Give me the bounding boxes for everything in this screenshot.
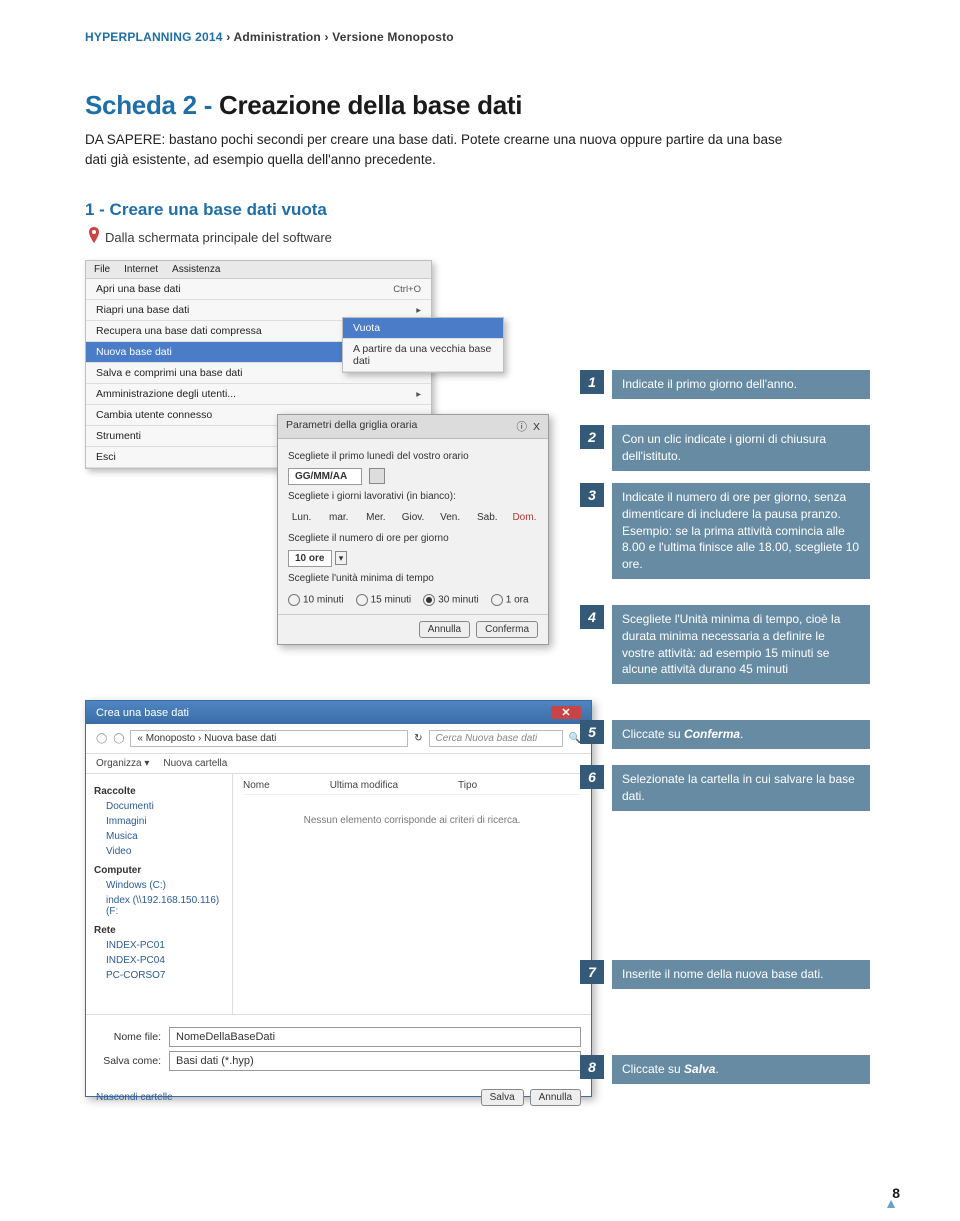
breadcrumb-prefix: HYPERPLANNING 2014 — [85, 30, 226, 44]
menu-bar: File Internet Assistenza — [86, 261, 431, 279]
day-lun[interactable]: Lun. — [288, 512, 315, 523]
dialog-p1: Scegliete il primo lunedì del vostro ora… — [288, 451, 538, 462]
subline: Dalla schermata principale del software — [105, 230, 332, 245]
submenu-empty[interactable]: Vuota — [343, 318, 503, 339]
day-mer[interactable]: Mer. — [362, 512, 389, 523]
radio-row: 10 minuti 15 minuti 30 minuti 1 ora — [288, 590, 538, 610]
breadcrumb-suffix: › Versione Monoposto — [324, 30, 453, 44]
date-input[interactable]: GG/MM/AA — [288, 468, 362, 485]
day-gio[interactable]: Giov. — [399, 512, 426, 523]
pin-icon — [88, 227, 100, 243]
calendar-icon[interactable] — [369, 468, 385, 484]
dialog-p3: Scegliete il numero di ore per giorno — [288, 533, 538, 544]
day-dom[interactable]: Dom. — [511, 512, 538, 523]
menu-internet[interactable]: Internet — [124, 264, 158, 275]
side-network[interactable]: Rete — [94, 925, 224, 936]
radio-15[interactable]: 15 minuti — [356, 594, 412, 606]
newfolder-button[interactable]: Nuova cartella — [163, 758, 227, 769]
days-row: Lun. mar. Mer. Giov. Ven. Sab. Dom. — [288, 508, 538, 527]
filename-label: Nome file: — [96, 1031, 161, 1043]
col-type[interactable]: Tipo — [458, 780, 477, 791]
side-drive-net[interactable]: index (\\192.168.150.116) (F: — [94, 893, 224, 919]
dialog-p2: Scegliete i giorni lavorativi (in bianco… — [288, 491, 538, 502]
callout-1: 1Indicate il primo giorno dell'anno. — [580, 370, 870, 399]
cancel-button[interactable]: Annulla — [419, 621, 470, 638]
dropdown-icon[interactable]: ▾ — [335, 551, 348, 565]
intro-text: DA SAPERE: bastano pochi secondi per cre… — [85, 130, 805, 171]
file-list: Nome Ultima modifica Tipo Nessun element… — [233, 774, 591, 1014]
page-arrow-icon: ▲ — [884, 1195, 898, 1211]
side-pc-corso[interactable]: PC-CORSO7 — [94, 968, 224, 983]
callout-2: 2Con un clic indicate i giorni di chiusu… — [580, 425, 870, 471]
dialog-p4: Scegliete l'unità minima di tempo — [288, 573, 538, 584]
organize-button[interactable]: Organizza ▾ — [96, 758, 149, 769]
file-toolbar: Organizza ▾ Nuova cartella — [86, 754, 591, 774]
save-dialog: Crea una base dati ✕ ◯ ◯ « Monoposto › N… — [85, 700, 592, 1097]
close-icon[interactable]: X — [533, 421, 540, 433]
radio-30[interactable]: 30 minuti — [423, 594, 479, 606]
back-icon[interactable]: ◯ — [96, 733, 107, 744]
params-dialog: Parametri della griglia oraria ⓘX Scegli… — [277, 414, 549, 645]
menu-help[interactable]: Assistenza — [172, 264, 220, 275]
path-field[interactable]: « Monoposto › Nuova base dati — [130, 730, 408, 747]
section-heading: 1 - Creare una base dati vuota — [85, 200, 327, 220]
page-title: Scheda 2 - Creazione della base dati — [85, 90, 522, 121]
col-name[interactable]: Nome — [243, 780, 270, 791]
submenu-from-old[interactable]: A partire da una vecchia base dati — [343, 339, 503, 372]
side-documents[interactable]: Documenti — [94, 799, 224, 814]
side-pc4[interactable]: INDEX-PC04 — [94, 953, 224, 968]
cancel-button[interactable]: Annulla — [530, 1089, 581, 1106]
breadcrumb: HYPERPLANNING 2014 › Administration › Ve… — [85, 30, 875, 44]
search-field[interactable]: Cerca Nuova base dati — [429, 730, 563, 747]
save-button[interactable]: Salva — [481, 1089, 524, 1106]
filename-input[interactable]: NomeDellaBaseDati — [169, 1027, 581, 1047]
save-titlebar: Crea una base dati ✕ — [86, 701, 591, 724]
menu-file[interactable]: File — [94, 264, 110, 275]
day-sab[interactable]: Sab. — [474, 512, 501, 523]
radio-1h[interactable]: 1 ora — [491, 594, 529, 606]
address-bar: ◯ ◯ « Monoposto › Nuova base dati ↻ Cerc… — [86, 724, 591, 754]
manual-page: HYPERPLANNING 2014 › Administration › Ve… — [0, 0, 960, 1221]
menu-open[interactable]: Apri una base datiCtrl+O — [86, 279, 431, 300]
file-sidebar: Raccolte Documenti Immagini Musica Video… — [86, 774, 233, 1014]
side-images[interactable]: Immagini — [94, 814, 224, 829]
refresh-icon[interactable]: ↻ — [414, 733, 422, 744]
callout-8: 8Cliccate su Salva. — [580, 1055, 870, 1084]
callout-4: 4Scegliete l'Unità minima di tempo, cioè… — [580, 605, 870, 684]
col-modified[interactable]: Ultima modifica — [330, 780, 398, 791]
callout-6: 6Selezionate la cartella in cui salvare … — [580, 765, 870, 811]
callout-5: 5Cliccate su Conferma. — [580, 720, 870, 749]
dialog-titlebar: Parametri della griglia oraria ⓘX — [278, 415, 548, 439]
menu-user-admin[interactable]: Amministrazione degli utenti...▸ — [86, 384, 431, 405]
breadcrumb-mid: › Administration — [226, 30, 324, 44]
side-drive-c[interactable]: Windows (C:) — [94, 878, 224, 893]
side-music[interactable]: Musica — [94, 829, 224, 844]
callout-7: 7Inserite il nome della nuova base dati. — [580, 960, 870, 989]
type-label: Salva come: — [96, 1055, 161, 1067]
type-select[interactable]: Basi dati (*.hyp) — [169, 1051, 581, 1071]
empty-message: Nessun elemento corrisponde ai criteri d… — [243, 815, 581, 826]
close-icon[interactable]: ✕ — [551, 706, 581, 719]
side-pc1[interactable]: INDEX-PC01 — [94, 938, 224, 953]
fwd-icon[interactable]: ◯ — [113, 733, 124, 744]
hide-folders[interactable]: Nascondi cartelle — [96, 1092, 173, 1103]
help-icon[interactable]: ⓘ — [516, 421, 527, 433]
hours-select[interactable]: 10 ore — [288, 550, 332, 567]
side-computer[interactable]: Computer — [94, 865, 224, 876]
callout-3: 3Indicate il numero di ore per giorno, s… — [580, 483, 870, 579]
day-ven[interactable]: Ven. — [437, 512, 464, 523]
day-mar[interactable]: mar. — [325, 512, 352, 523]
confirm-button[interactable]: Conferma — [476, 621, 538, 638]
radio-10[interactable]: 10 minuti — [288, 594, 344, 606]
side-video[interactable]: Video — [94, 844, 224, 859]
side-favorites[interactable]: Raccolte — [94, 786, 224, 797]
submenu: Vuota A partire da una vecchia base dati — [342, 317, 504, 373]
